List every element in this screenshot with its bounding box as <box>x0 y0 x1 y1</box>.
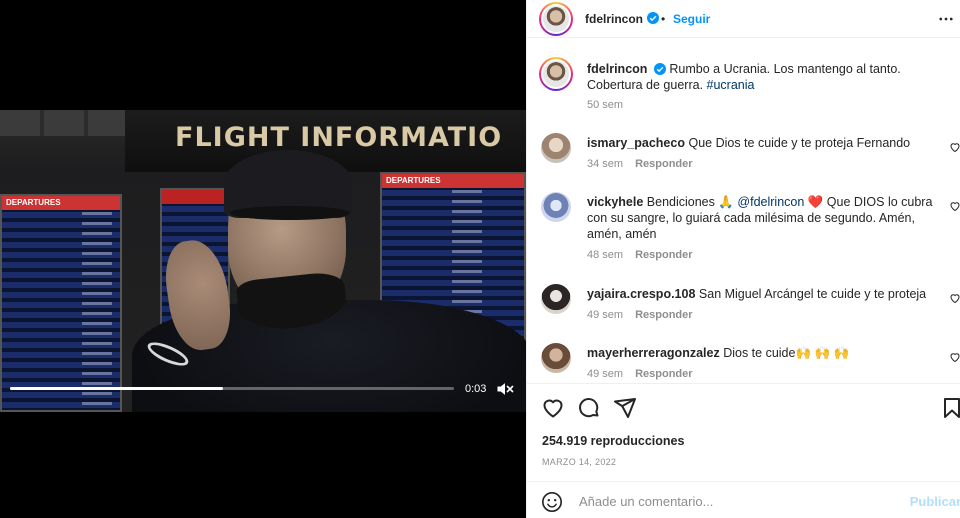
mention-link[interactable]: @fdelrincon <box>737 195 804 209</box>
reply-button[interactable]: Responder <box>635 249 692 261</box>
reply-button[interactable]: Responder <box>635 368 692 380</box>
mute-icon[interactable] <box>495 379 515 399</box>
hashtag-link[interactable]: #ucrania <box>707 78 755 92</box>
comment-username[interactable]: vickyhele <box>587 195 643 209</box>
comment-item: mayerherreragonzalez Dios te cuide🙌 🙌 🙌 … <box>541 343 960 383</box>
post-date: MARZO 14, 2022 <box>542 457 617 467</box>
comment-icon[interactable] <box>577 396 601 420</box>
comment-age: 34 sem <box>587 158 624 170</box>
comment-username[interactable]: yajaira.crespo.108 <box>587 287 695 301</box>
verified-badge-icon <box>647 12 659 24</box>
comment-text: Que Dios te cuide y te proteja Fernando <box>688 136 911 150</box>
verified-badge-icon <box>653 63 666 75</box>
caption-username[interactable]: fdelrincon <box>587 62 647 76</box>
commenter-avatar[interactable] <box>541 133 571 163</box>
comment-input[interactable]: Añade un comentario... <box>579 494 713 509</box>
view-count[interactable]: 254.919 reproducciones <box>542 434 684 448</box>
post-header: fdelrincon • Seguir <box>527 0 960 38</box>
like-comment-icon[interactable] <box>949 292 960 304</box>
caption-age: 50 sem <box>587 99 624 111</box>
comment-username[interactable]: ismary_pacheco <box>587 136 685 150</box>
avatar[interactable] <box>539 2 573 36</box>
reply-button[interactable]: Responder <box>635 309 692 321</box>
add-comment-bar: Añade un comentario... Publicar <box>527 481 960 518</box>
comment-text: Dios te cuide🙌 🙌 🙌 <box>723 346 850 360</box>
video-time: 0:03 <box>465 383 487 395</box>
sign-text: FLIGHT INFORMATIO <box>175 122 503 153</box>
follow-button[interactable]: Seguir <box>673 12 710 26</box>
comment-username[interactable]: mayerherreragonzalez <box>587 346 720 360</box>
comment-age: 48 sem <box>587 249 624 261</box>
comment-item: yajaira.crespo.108 San Miguel Arcángel t… <box>541 284 960 324</box>
video-progress-bar[interactable] <box>10 387 454 390</box>
commenter-avatar[interactable] <box>541 343 571 373</box>
like-comment-icon[interactable] <box>949 141 960 153</box>
comment-age: 49 sem <box>587 368 624 380</box>
comment-age: 49 sem <box>587 309 624 321</box>
like-comment-icon[interactable] <box>949 200 960 212</box>
video-progress-fill <box>10 387 224 390</box>
caption-avatar[interactable] <box>539 57 573 91</box>
reply-button[interactable]: Responder <box>635 158 692 170</box>
share-icon[interactable] <box>613 396 637 420</box>
comment-item: ismary_pacheco Que Dios te cuide y te pr… <box>541 133 960 173</box>
like-icon[interactable] <box>541 396 565 420</box>
departures-board-left: DEPARTURES <box>0 194 122 412</box>
header-username[interactable]: fdelrincon <box>585 12 643 26</box>
post-actions: 254.919 reproducciones MARZO 14, 2022 Añ… <box>527 383 960 518</box>
video-player[interactable]: FLIGHT INFORMATIO DEPARTURES DEPARTURES … <box>0 0 526 518</box>
comment-text: San Miguel Arcángel te cuide y te protej… <box>698 287 927 301</box>
more-options-icon[interactable] <box>937 10 955 28</box>
like-comment-icon[interactable] <box>949 351 960 363</box>
publish-button[interactable]: Publicar <box>910 494 960 509</box>
commenter-avatar[interactable] <box>541 284 571 314</box>
video-frame[interactable]: FLIGHT INFORMATIO DEPARTURES DEPARTURES <box>0 110 526 412</box>
post-panel: fdelrincon • Seguir fdelrincon Rumbo a U… <box>526 0 960 518</box>
comment-text: Bendiciones 🙏 <box>646 195 738 209</box>
save-bookmark-icon[interactable] <box>940 396 960 420</box>
emoji-icon[interactable] <box>541 491 563 513</box>
comment-item: vickyhele Bendiciones 🙏 @fdelrincon ❤️ Q… <box>541 192 960 264</box>
commenter-avatar[interactable] <box>541 192 571 222</box>
